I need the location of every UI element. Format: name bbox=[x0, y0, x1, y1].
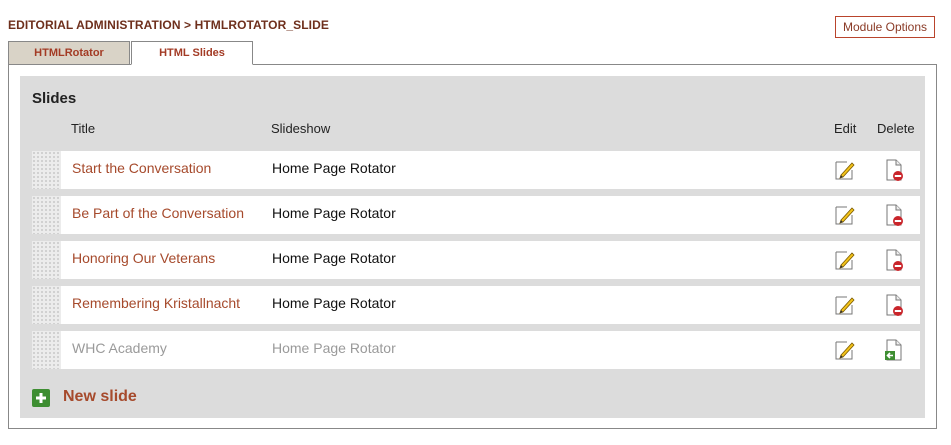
page-delete-icon[interactable] bbox=[882, 293, 906, 317]
drag-handle[interactable] bbox=[32, 241, 61, 279]
column-header-slideshow: Slideshow bbox=[271, 121, 331, 136]
drag-handle[interactable] bbox=[32, 151, 61, 189]
slide-slideshow: Home Page Rotator bbox=[272, 205, 396, 221]
tab-panel: Slides Title Slideshow Edit Delete Start… bbox=[8, 64, 937, 429]
slide-slideshow: Home Page Rotator bbox=[272, 160, 396, 176]
page-delete-icon[interactable] bbox=[882, 248, 906, 272]
breadcrumb: EDITORIAL ADMINISTRATION > HTMLROTATOR_S… bbox=[8, 18, 329, 32]
drag-handle[interactable] bbox=[32, 286, 61, 324]
slides-section: Slides Title Slideshow Edit Delete Start… bbox=[20, 76, 925, 418]
edit-icon[interactable] bbox=[833, 248, 857, 272]
slide-row: WHC Academy Home Page Rotator bbox=[32, 331, 920, 369]
column-header-delete: Delete bbox=[877, 121, 915, 136]
page-delete-icon[interactable] bbox=[882, 203, 906, 227]
page-delete-icon[interactable] bbox=[882, 158, 906, 182]
edit-icon[interactable] bbox=[833, 293, 857, 317]
column-header-title: Title bbox=[71, 121, 96, 136]
drag-handle[interactable] bbox=[32, 196, 61, 234]
slide-row: Remembering Kristallnacht Home Page Rota… bbox=[32, 286, 920, 324]
slide-slideshow: Home Page Rotator bbox=[272, 295, 396, 311]
slide-slideshow: Home Page Rotator bbox=[272, 340, 396, 356]
edit-icon[interactable] bbox=[833, 338, 857, 362]
slides-heading: Slides bbox=[32, 90, 77, 107]
slide-title-link[interactable]: Remembering Kristallnacht bbox=[72, 295, 240, 311]
slide-slideshow: Home Page Rotator bbox=[272, 250, 396, 266]
slide-row: Honoring Our Veterans Home Page Rotator bbox=[32, 241, 920, 279]
edit-icon[interactable] bbox=[833, 158, 857, 182]
module-options-button[interactable]: Module Options bbox=[835, 16, 935, 38]
slide-title-link[interactable]: WHC Academy bbox=[72, 340, 167, 356]
column-header-edit: Edit bbox=[834, 121, 857, 136]
new-slide-link[interactable]: New slide bbox=[63, 388, 137, 406]
tab-htmlrotator[interactable]: HTMLRotator bbox=[8, 41, 130, 65]
tab-html-slides[interactable]: HTML Slides bbox=[131, 41, 253, 65]
page-restore-icon[interactable] bbox=[882, 338, 906, 362]
slide-row: Start the Conversation Home Page Rotator bbox=[32, 151, 920, 189]
slide-row: Be Part of the Conversation Home Page Ro… bbox=[32, 196, 920, 234]
drag-handle[interactable] bbox=[32, 331, 61, 369]
slide-title-link[interactable]: Be Part of the Conversation bbox=[72, 205, 244, 221]
add-icon[interactable] bbox=[32, 389, 50, 407]
slide-title-link[interactable]: Honoring Our Veterans bbox=[72, 250, 215, 266]
slide-title-link[interactable]: Start the Conversation bbox=[72, 160, 211, 176]
edit-icon[interactable] bbox=[833, 203, 857, 227]
